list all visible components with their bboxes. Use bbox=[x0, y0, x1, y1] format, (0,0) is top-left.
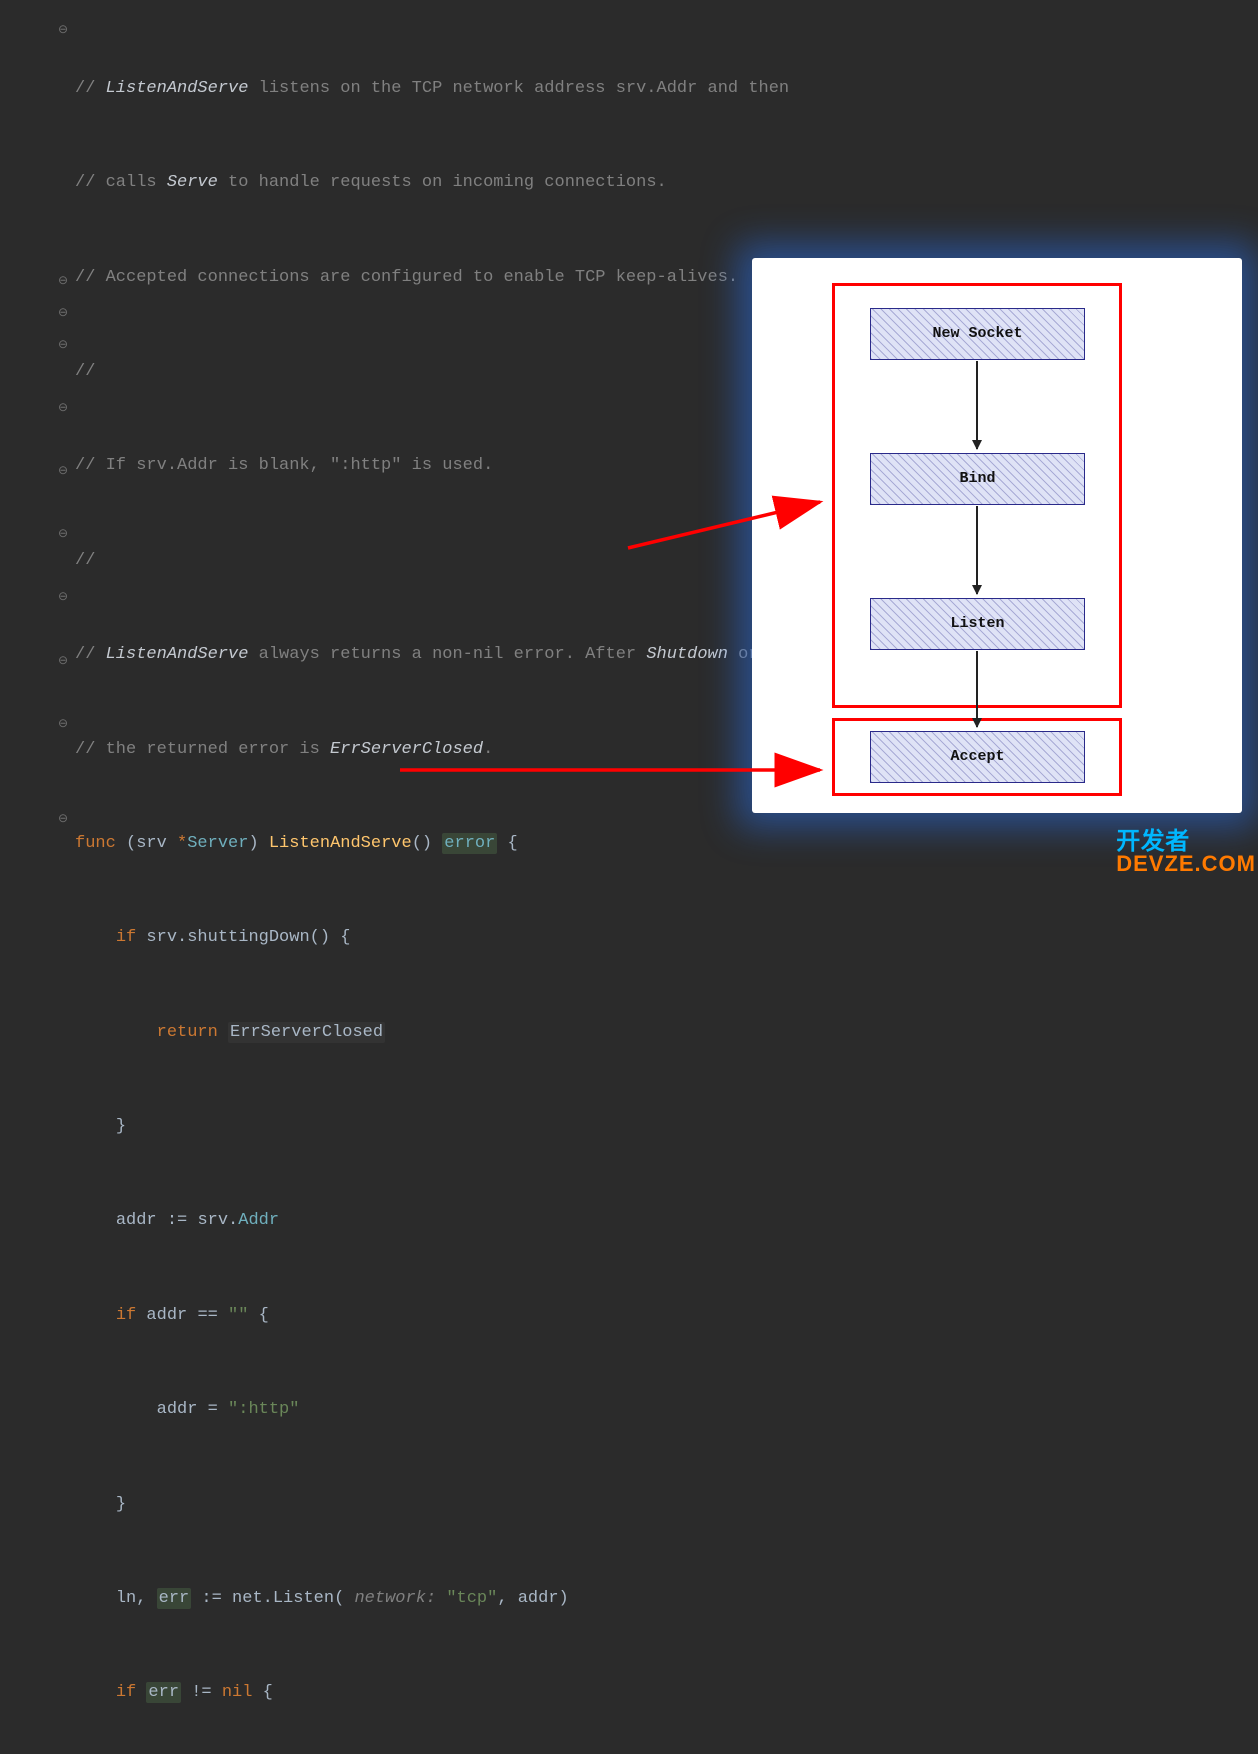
code-line: addr := srv.Addr bbox=[75, 1205, 1258, 1237]
fold-marker-icon[interactable]: ⊖ bbox=[58, 334, 68, 356]
fold-marker-icon[interactable]: ⊖ bbox=[58, 523, 68, 545]
flow-node-listen: Listen bbox=[870, 598, 1085, 650]
code-line: // ListenAndServe listens on the TCP net… bbox=[75, 73, 1258, 105]
fold-marker-icon[interactable]: ⊖ bbox=[58, 586, 68, 608]
code-line: if err != nil { bbox=[75, 1677, 1258, 1709]
flow-arrow-icon bbox=[976, 651, 978, 727]
flow-arrow-icon bbox=[976, 506, 978, 594]
watermark-line2: DEVZE.COM bbox=[1116, 854, 1256, 875]
fold-marker-icon[interactable]: ⊖ bbox=[58, 397, 68, 419]
code-line: } bbox=[75, 1489, 1258, 1521]
fold-gutter: ⊖ ⊖ ⊖ ⊖ ⊖ ⊖ ⊖ ⊖ ⊖ ⊖ ⊖ bbox=[0, 10, 75, 1754]
flow-arrow-icon bbox=[976, 361, 978, 449]
code-line: // calls Serve to handle requests on inc… bbox=[75, 167, 1258, 199]
code-line: addr = ":http" bbox=[75, 1394, 1258, 1426]
fold-marker-icon[interactable]: ⊖ bbox=[58, 808, 68, 830]
code-line: return ErrServerClosed bbox=[75, 1017, 1258, 1049]
fold-marker-icon[interactable]: ⊖ bbox=[58, 713, 68, 735]
flow-node-new-socket: New Socket bbox=[870, 308, 1085, 360]
code-line: } bbox=[75, 1111, 1258, 1143]
flow-node-bind: Bind bbox=[870, 453, 1085, 505]
code-line: if addr == "" { bbox=[75, 1300, 1258, 1332]
fold-marker-icon[interactable]: ⊖ bbox=[58, 650, 68, 672]
watermark: 开发者 DEVZE.COM bbox=[1116, 831, 1256, 875]
fold-marker-icon[interactable]: ⊖ bbox=[58, 302, 68, 324]
code-line: ln, err := net.Listen( network: "tcp", a… bbox=[75, 1583, 1258, 1615]
flow-node-accept: Accept bbox=[870, 731, 1085, 783]
fold-marker-icon[interactable]: ⊖ bbox=[58, 270, 68, 292]
code-line: if srv.shuttingDown() { bbox=[75, 922, 1258, 954]
fold-marker-icon[interactable]: ⊖ bbox=[58, 460, 68, 482]
fold-marker-icon[interactable]: ⊖ bbox=[58, 19, 68, 41]
code-line: func (srv *Server) ListenAndServe() erro… bbox=[75, 828, 1258, 860]
diagram-panel: New Socket Bind Listen Accept bbox=[752, 258, 1242, 813]
